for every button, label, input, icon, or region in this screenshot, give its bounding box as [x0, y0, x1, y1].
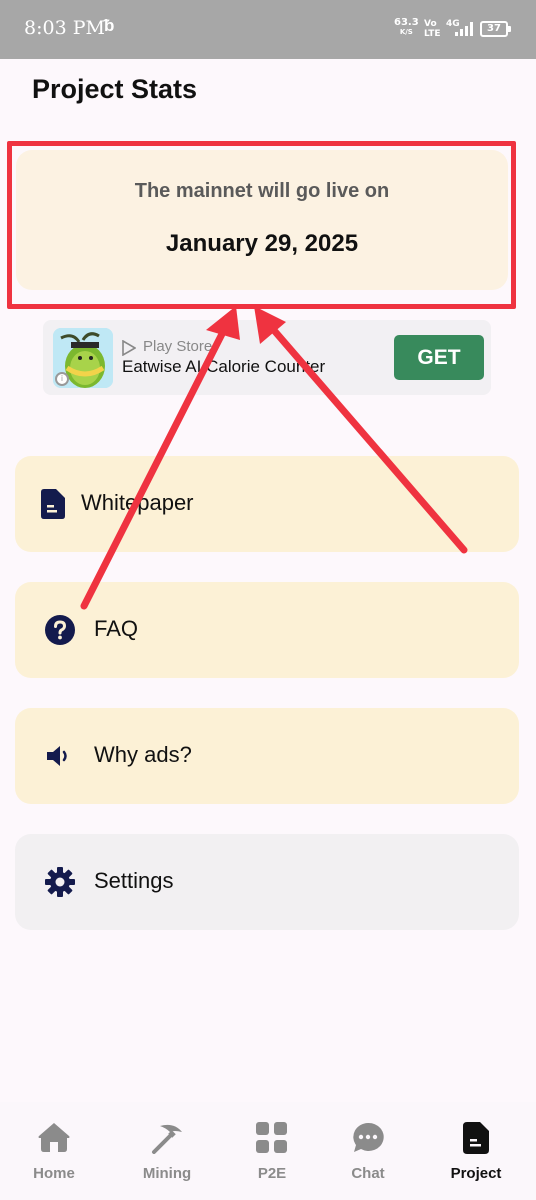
chat-icon: [353, 1122, 384, 1152]
grid-icon: [256, 1122, 287, 1153]
play-store-icon: [122, 340, 136, 356]
nav-project[interactable]: Project: [426, 1102, 526, 1200]
mainnet-label: The mainnet will go live on: [134, 180, 390, 202]
nav-label-home: Home: [33, 1165, 75, 1182]
menu-item-faq[interactable]: FAQ: [15, 582, 519, 678]
network-speed-unit: K/S: [399, 28, 413, 36]
ad-banner[interactable]: i Play Store Eatwise AI Calorie Counter …: [43, 320, 491, 395]
ad-store-label: Play Store: [143, 338, 213, 355]
pickaxe-icon: [152, 1124, 182, 1154]
menu-label-faq: FAQ: [94, 616, 139, 641]
nav-label-project: Project: [450, 1165, 502, 1182]
menu-label-whitepaper: Whitepaper: [81, 490, 194, 515]
mainnet-date: January 29, 2025: [165, 230, 359, 257]
nav-home[interactable]: Home: [4, 1102, 104, 1200]
menu-label-why-ads: Why ads?: [94, 742, 192, 767]
volte-indicator: Vo LTE: [424, 19, 441, 39]
ad-app-name: Eatwise AI Calorie Counter: [122, 357, 326, 376]
network-speed-value: 63.3: [394, 17, 419, 28]
page-title: Project Stats: [32, 74, 198, 104]
signal-icon: [455, 22, 473, 36]
ad-info-icon[interactable]: i: [55, 372, 69, 386]
menu-item-settings[interactable]: Settings: [15, 834, 519, 930]
notification-icon: ᵬ: [104, 16, 115, 36]
speaker-icon: [47, 746, 67, 766]
menu-item-whitepaper[interactable]: Whitepaper: [15, 456, 519, 552]
home-icon: [38, 1123, 70, 1152]
nav-chat[interactable]: Chat: [318, 1102, 418, 1200]
get-button[interactable]: GET: [394, 335, 484, 380]
ad-app-image[interactable]: i: [53, 328, 113, 388]
bottom-nav: Home Mining P2E Chat Project: [0, 1102, 536, 1200]
status-bar: 8:03 PM ᵬ 63.3 K/S Vo LTE 4G 37: [0, 0, 536, 59]
help-icon: [45, 615, 75, 645]
battery-icon: 37: [480, 21, 511, 37]
nav-label-p2e: P2E: [257, 1165, 287, 1182]
document-icon: [463, 1122, 489, 1154]
nav-p2e[interactable]: P2E: [222, 1102, 322, 1200]
nav-mining[interactable]: Mining: [117, 1102, 217, 1200]
menu-label-settings: Settings: [94, 868, 174, 893]
mainnet-card: The mainnet will go live on January 29, …: [16, 150, 508, 290]
gear-icon: [45, 867, 75, 897]
nav-label-chat: Chat: [351, 1165, 385, 1182]
status-time: 8:03 PM: [24, 17, 105, 39]
network-speed: 63.3 K/S: [394, 18, 419, 37]
document-icon: [41, 489, 65, 519]
menu-item-why-ads[interactable]: Why ads?: [15, 708, 519, 804]
nav-label-mining: Mining: [142, 1165, 192, 1182]
